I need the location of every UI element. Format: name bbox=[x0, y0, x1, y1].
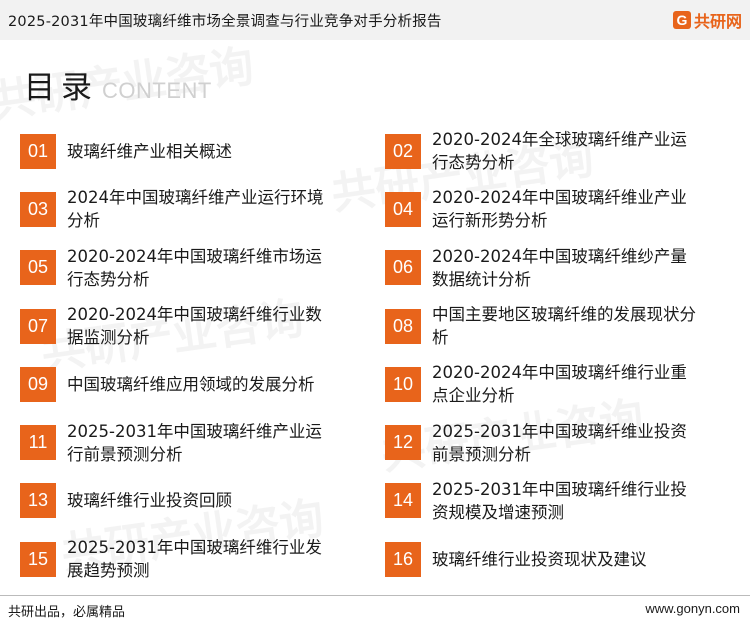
toc-item-label: 玻璃纤维行业投资回顾 bbox=[67, 491, 232, 511]
footer-url[interactable]: www.gonyn.com bbox=[645, 601, 740, 616]
toc-item-label: 2020-2024年全球玻璃纤维产业运行态势分析 bbox=[432, 130, 687, 173]
toc-number-badge: 15 bbox=[20, 541, 56, 577]
toc-item-label: 2024年中国玻璃纤维产业运行环境分析 bbox=[67, 188, 324, 231]
toc-item-label: 2020-2024年中国玻璃纤维纱产量数据统计分析 bbox=[432, 246, 687, 289]
toc-number-badge: 14 bbox=[385, 483, 421, 519]
section-heading: 目录 CONTENT bbox=[24, 62, 212, 107]
toc-item: 03 2024年中国玻璃纤维产业运行环境分析 bbox=[20, 180, 367, 238]
toc-item-label: 玻璃纤维产业相关概述 bbox=[67, 141, 232, 161]
toc-item: 01 玻璃纤维产业相关概述 bbox=[20, 122, 367, 180]
toc-item: 12 2025-2031年中国玻璃纤维业投资前景预测分析 bbox=[385, 413, 721, 471]
toc-number-badge: 01 bbox=[20, 133, 56, 169]
toc-item-label: 2025-2031年中国玻璃纤维产业运行前景预测分析 bbox=[67, 421, 322, 464]
brand-logo: G 共研网 bbox=[672, 8, 742, 32]
toc-number-badge: 08 bbox=[385, 308, 421, 344]
toc-item-label: 2020-2024年中国玻璃纤维行业数据监测分析 bbox=[67, 305, 322, 348]
toc-item-label: 2025-2031年中国玻璃纤维行业发展趋势预测 bbox=[67, 538, 322, 581]
toc-item-label: 2025-2031年中国玻璃纤维业投资前景预测分析 bbox=[432, 421, 687, 464]
table-of-contents: 01 玻璃纤维产业相关概述 02 2020-2024年全球玻璃纤维产业运行态势分… bbox=[20, 122, 720, 588]
toc-number-badge: 11 bbox=[20, 425, 56, 461]
toc-item: 11 2025-2031年中国玻璃纤维产业运行前景预测分析 bbox=[20, 413, 367, 471]
section-title: 目录 bbox=[24, 70, 98, 106]
brand-logo-icon: G bbox=[672, 11, 691, 29]
footer-slogan: 共研出品，必属精品 bbox=[8, 605, 126, 620]
toc-item: 02 2020-2024年全球玻璃纤维产业运行态势分析 bbox=[385, 122, 721, 180]
toc-item: 14 2025-2031年中国玻璃纤维行业投资规模及增速预测 bbox=[385, 472, 721, 530]
section-subtitle: CONTENT bbox=[102, 78, 212, 103]
toc-number-badge: 10 bbox=[385, 366, 421, 402]
toc-item: 16 玻璃纤维行业投资现状及建议 bbox=[385, 530, 721, 588]
toc-number-badge: 12 bbox=[385, 425, 421, 461]
toc-item-label: 中国玻璃纤维应用领域的发展分析 bbox=[67, 374, 315, 394]
toc-number-badge: 07 bbox=[20, 308, 56, 344]
toc-number-badge: 09 bbox=[20, 366, 56, 402]
toc-item-label: 玻璃纤维行业投资现状及建议 bbox=[432, 549, 647, 569]
toc-item: 04 2020-2024年中国玻璃纤维业产业运行新形势分析 bbox=[385, 180, 721, 238]
report-title: 2025-2031年中国玻璃纤维市场全景调查与行业竞争对手分析报告 bbox=[8, 13, 442, 30]
toc-item: 15 2025-2031年中国玻璃纤维行业发展趋势预测 bbox=[20, 530, 367, 588]
toc-number-badge: 05 bbox=[20, 250, 56, 286]
toc-number-badge: 03 bbox=[20, 191, 56, 227]
toc-number-badge: 06 bbox=[385, 250, 421, 286]
toc-item: 06 2020-2024年中国玻璃纤维纱产量数据统计分析 bbox=[385, 239, 721, 297]
toc-item: 09 中国玻璃纤维应用领域的发展分析 bbox=[20, 355, 367, 413]
toc-item-label: 2025-2031年中国玻璃纤维行业投资规模及增速预测 bbox=[432, 479, 687, 522]
footer-divider bbox=[0, 595, 750, 596]
toc-item-label: 2020-2024年中国玻璃纤维市场运行态势分析 bbox=[67, 246, 322, 289]
toc-item: 08 中国主要地区玻璃纤维的发展现状分析 bbox=[385, 297, 721, 355]
toc-number-badge: 13 bbox=[20, 483, 56, 519]
toc-number-badge: 16 bbox=[385, 541, 421, 577]
toc-item-label: 2020-2024年中国玻璃纤维业产业运行新形势分析 bbox=[432, 188, 687, 231]
toc-number-badge: 02 bbox=[385, 133, 421, 169]
toc-item: 13 玻璃纤维行业投资回顾 bbox=[20, 472, 367, 530]
report-header: 2025-2031年中国玻璃纤维市场全景调查与行业竞争对手分析报告 G 共研网 bbox=[0, 0, 750, 40]
toc-number-badge: 04 bbox=[385, 191, 421, 227]
toc-item-label: 中国主要地区玻璃纤维的发展现状分析 bbox=[432, 305, 696, 348]
toc-item: 05 2020-2024年中国玻璃纤维市场运行态势分析 bbox=[20, 239, 367, 297]
brand-name: 共研网 bbox=[693, 12, 742, 31]
toc-item: 10 2020-2024年中国玻璃纤维行业重点企业分析 bbox=[385, 355, 721, 413]
toc-item-label: 2020-2024年中国玻璃纤维行业重点企业分析 bbox=[432, 363, 687, 406]
toc-item: 07 2020-2024年中国玻璃纤维行业数据监测分析 bbox=[20, 297, 367, 355]
